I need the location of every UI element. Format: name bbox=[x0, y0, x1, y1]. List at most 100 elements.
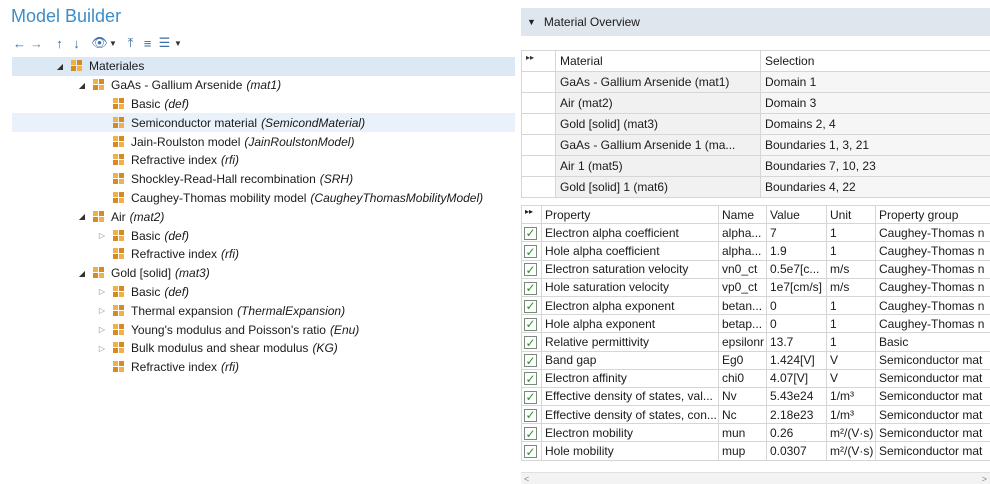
checkbox-checked-icon[interactable]: ✓ bbox=[524, 408, 537, 422]
show-icon[interactable]: 👁 bbox=[91, 34, 108, 52]
value-cell[interactable]: 0 bbox=[766, 314, 827, 334]
tree-node[interactable]: Refractive index (rfi) bbox=[12, 358, 515, 377]
checkbox-checked-icon[interactable]: ✓ bbox=[524, 299, 537, 313]
collapsed-caret-icon[interactable]: ▷ bbox=[96, 305, 108, 317]
checkbox-checked-icon[interactable]: ✓ bbox=[524, 317, 537, 331]
checkbox-cell[interactable]: ✓ bbox=[521, 423, 542, 443]
checkbox-checked-icon[interactable]: ✓ bbox=[524, 226, 537, 240]
table-row[interactable]: Gold [solid] 1 (mat6) Boundaries 4, 22 bbox=[521, 176, 990, 198]
tree-node[interactable]: ▷ Thermal expansion (ThermalExpansion) bbox=[12, 301, 515, 320]
expanded-caret-icon[interactable]: ◢ bbox=[76, 211, 88, 223]
checkbox-checked-icon[interactable]: ✓ bbox=[524, 427, 537, 440]
column-header-value[interactable]: Value bbox=[766, 204, 827, 225]
value-cell[interactable]: 2.18e23 bbox=[766, 405, 827, 425]
selection-cell[interactable]: Boundaries 1, 3, 21 bbox=[760, 134, 990, 156]
column-header-property[interactable]: Property bbox=[541, 204, 719, 225]
expanded-caret-icon[interactable]: ◢ bbox=[76, 267, 88, 279]
table-row[interactable]: ✓ Effective density of states, val... Nv 5.… bbox=[521, 386, 990, 407]
checkbox-cell[interactable]: ✓ bbox=[521, 295, 542, 316]
value-cell[interactable]: 0.5e7[c... bbox=[766, 259, 827, 279]
checkbox-cell[interactable]: ✓ bbox=[521, 386, 542, 407]
expanded-caret-icon[interactable]: ◢ bbox=[76, 79, 88, 91]
table-row[interactable]: ✓ Electron saturation velocity vn0_ct 0.5e7… bbox=[521, 259, 990, 279]
table-row[interactable]: ✓ Hole alpha coefficient alpha... 1.9 1 Caugh… bbox=[521, 241, 990, 261]
column-header-name[interactable]: Name bbox=[718, 204, 767, 225]
checkbox-cell[interactable]: ✓ bbox=[521, 350, 542, 370]
column-header-selection[interactable]: Selection bbox=[760, 50, 990, 72]
tree-node[interactable]: Caughey-Thomas mobility model (CaugheyTho… bbox=[12, 189, 515, 208]
table-corner-icon[interactable]: ▸▸ bbox=[521, 204, 542, 225]
value-cell[interactable]: 0 bbox=[766, 295, 827, 316]
material-cell[interactable]: Gold [solid] 1 (mat6) bbox=[555, 176, 761, 198]
column-header-material[interactable]: Material bbox=[555, 50, 761, 72]
table-row[interactable]: ✓ Electron mobility mun 0.26 m²/(V·s) Semicon… bbox=[521, 423, 990, 443]
checkbox-checked-icon[interactable]: ✓ bbox=[524, 336, 537, 350]
checkbox-checked-icon[interactable]: ✓ bbox=[524, 263, 537, 277]
material-cell[interactable]: Air 1 (mat5) bbox=[555, 155, 761, 177]
table-row[interactable]: ✓ Hole alpha exponent betap... 0 1 Caughey-Th… bbox=[521, 314, 990, 334]
value-cell[interactable]: 1.9 bbox=[766, 241, 827, 261]
tree-node[interactable]: ▷ Bulk modulus and shear modulus (KG) bbox=[12, 339, 515, 358]
table-row[interactable]: ✓ Electron alpha exponent betan... 0 1 Caughe… bbox=[521, 295, 990, 316]
checkbox-cell[interactable]: ✓ bbox=[521, 332, 542, 352]
checkbox-checked-icon[interactable]: ✓ bbox=[524, 354, 537, 368]
table-row[interactable]: ✓ Electron alpha coefficient alpha... 7 1 Cau… bbox=[521, 223, 990, 243]
checkbox-cell[interactable]: ✓ bbox=[521, 441, 542, 461]
scroll-right-icon[interactable]: > bbox=[982, 473, 987, 484]
material-cell[interactable]: GaAs - Gallium Arsenide 1 (ma... bbox=[555, 134, 761, 156]
tree-node[interactable]: ▷ Young's modulus and Poisson's ratio (Enu… bbox=[12, 320, 515, 339]
column-header-property-group[interactable]: Property group bbox=[875, 204, 990, 225]
checkbox-cell[interactable]: ✓ bbox=[521, 368, 542, 388]
selection-cell[interactable]: Domain 1 bbox=[760, 71, 990, 93]
arrow-up-icon[interactable]: ↑ bbox=[51, 34, 68, 52]
value-cell[interactable]: 13.7 bbox=[766, 332, 827, 352]
dropdown-arrow-icon[interactable]: ▼ bbox=[173, 34, 183, 52]
material-cell[interactable]: Air (mat2) bbox=[555, 92, 761, 114]
table-row[interactable]: ✓ Electron affinity chi0 4.07[V] V Semiconduc… bbox=[521, 368, 990, 388]
list-icon[interactable]: ☰ bbox=[156, 34, 173, 52]
table-row[interactable]: Air 1 (mat5) Boundaries 7, 10, 23 bbox=[521, 155, 990, 177]
table-row[interactable]: GaAs - Gallium Arsenide 1 (ma... Boundari… bbox=[521, 134, 990, 156]
table-corner-icon[interactable]: ▸▸ bbox=[521, 50, 556, 72]
table-row[interactable]: ✓ Hole mobility mup 0.0307 m²/(V·s) Semicondu… bbox=[521, 441, 990, 461]
tree-node[interactable]: ◢ Gold [solid] (mat3) bbox=[12, 264, 515, 283]
checkbox-checked-icon[interactable]: ✓ bbox=[524, 390, 537, 404]
dropdown-arrow-icon[interactable]: ▼ bbox=[108, 34, 118, 52]
table-row[interactable]: GaAs - Gallium Arsenide (mat1) Domain 1 bbox=[521, 71, 990, 93]
value-cell[interactable]: 1e7[cm/s] bbox=[766, 277, 827, 297]
table-row[interactable]: Air (mat2) Domain 3 bbox=[521, 92, 990, 114]
tree-node[interactable]: Shockley-Read-Hall recombination (SRH) bbox=[12, 170, 515, 189]
selection-cell[interactable]: Domains 2, 4 bbox=[760, 113, 990, 135]
expanded-caret-icon[interactable]: ◢ bbox=[54, 60, 66, 72]
collapsed-caret-icon[interactable]: ▷ bbox=[96, 324, 108, 336]
collapsed-caret-icon[interactable]: ▷ bbox=[96, 230, 108, 242]
selection-cell[interactable]: Boundaries 4, 22 bbox=[760, 176, 990, 198]
column-header-unit[interactable]: Unit bbox=[826, 204, 876, 225]
checkbox-cell[interactable]: ✓ bbox=[521, 223, 542, 243]
tree-node[interactable]: ▷ Basic (def) bbox=[12, 283, 515, 302]
tree-node[interactable]: Refractive index (rfi) bbox=[12, 151, 515, 170]
checkbox-cell[interactable]: ✓ bbox=[521, 314, 542, 334]
material-overview-header[interactable]: ▼ Material Overview bbox=[521, 8, 990, 36]
checkbox-cell[interactable]: ✓ bbox=[521, 241, 542, 261]
horizontal-scrollbar[interactable]: < > bbox=[521, 472, 990, 484]
tree-node[interactable]: Basic (def) bbox=[12, 95, 515, 114]
collapsed-caret-icon[interactable]: ▷ bbox=[96, 286, 108, 298]
tree-node[interactable]: ▷ Basic (def) bbox=[12, 226, 515, 245]
table-row[interactable]: ✓ Effective density of states, con... Nc 2.… bbox=[521, 405, 990, 425]
material-cell[interactable]: Gold [solid] (mat3) bbox=[555, 113, 761, 135]
collapsed-caret-icon[interactable]: ▷ bbox=[96, 342, 108, 354]
material-cell[interactable]: GaAs - Gallium Arsenide (mat1) bbox=[555, 71, 761, 93]
collapse-caret-icon[interactable]: ▼ bbox=[527, 17, 536, 27]
table-row[interactable]: ✓ Band gap Eg0 1.424[V] V Semiconductor mat bbox=[521, 350, 990, 370]
checkbox-cell[interactable]: ✓ bbox=[521, 277, 542, 297]
checkbox-checked-icon[interactable]: ✓ bbox=[524, 445, 537, 459]
value-cell[interactable]: 1.424[V] bbox=[766, 350, 827, 370]
table-row[interactable]: ✓ Hole saturation velocity vp0_ct 1e7[cm/s]… bbox=[521, 277, 990, 297]
selection-cell[interactable]: Domain 3 bbox=[760, 92, 990, 114]
value-cell[interactable]: 4.07[V] bbox=[766, 368, 827, 388]
table-row[interactable]: Gold [solid] (mat3) Domains 2, 4 bbox=[521, 113, 990, 135]
checkbox-cell[interactable]: ✓ bbox=[521, 405, 542, 425]
checkbox-cell[interactable]: ✓ bbox=[521, 259, 542, 279]
tree-node[interactable]: Semiconductor material (SemicondMaterial) bbox=[12, 113, 515, 133]
